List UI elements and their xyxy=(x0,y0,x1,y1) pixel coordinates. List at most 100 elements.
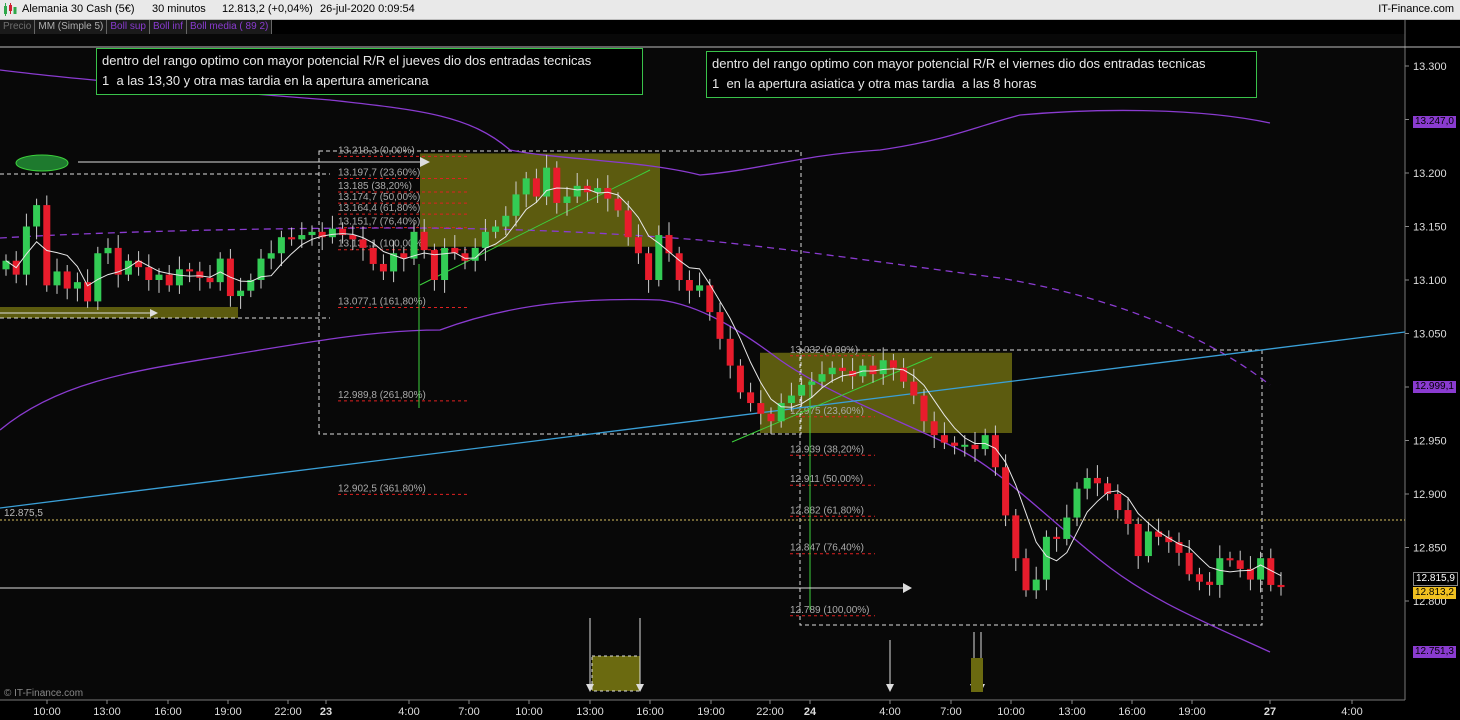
tag-last-a: 12.815,9 xyxy=(1413,572,1458,586)
candle-body xyxy=(675,253,683,280)
x-tick-label: 13:00 xyxy=(93,706,121,718)
candle-body xyxy=(940,435,948,443)
candle-body xyxy=(277,237,285,254)
candle-body xyxy=(961,444,969,447)
x-tick-label: 27 xyxy=(1264,706,1276,718)
x-tick-label: 10:00 xyxy=(997,706,1025,718)
candle-body xyxy=(1206,581,1214,585)
fib-level-label: 13.197,7 (23,60%) xyxy=(338,167,420,178)
candle-body xyxy=(624,210,632,238)
fib-level-label: 13.174,7 (50,00%) xyxy=(338,192,420,203)
legend-ma[interactable]: MM (Simple 5) xyxy=(35,20,108,34)
candle-body xyxy=(63,271,71,289)
fib-level-label: 13.151,7 (76,40%) xyxy=(338,217,420,228)
candle-body xyxy=(1032,579,1040,591)
candle-body xyxy=(1053,536,1061,539)
candle-body xyxy=(206,277,214,283)
fib-level-label: 12.939 (38,20%) xyxy=(790,444,864,455)
candle-body xyxy=(155,274,163,280)
candle-body xyxy=(349,235,357,240)
candle-body xyxy=(1073,488,1081,518)
x-tick-label: 16:00 xyxy=(1118,706,1146,718)
candle-body xyxy=(1114,494,1122,511)
candle-body xyxy=(1144,531,1152,557)
fib-level-label: 12.882 (61,80%) xyxy=(790,505,864,516)
y-tick-label: 12.850 xyxy=(1413,543,1447,555)
candle-body xyxy=(1216,558,1224,585)
time-zone-box xyxy=(591,655,641,692)
price-chart[interactable]: 13.30013.25013.20013.15013.10013.05013.0… xyxy=(0,0,1460,720)
candle-body xyxy=(420,231,428,251)
legend-price[interactable]: Precio xyxy=(0,20,36,34)
candle-body xyxy=(502,215,510,227)
candle-body xyxy=(1124,510,1132,524)
copyright-label: © IT-Finance.com xyxy=(4,688,84,699)
candle-body xyxy=(216,258,224,283)
candle-body xyxy=(787,395,795,404)
x-tick-label: 7:00 xyxy=(940,706,961,718)
candle-body xyxy=(94,253,102,302)
candle-body xyxy=(104,247,112,254)
candle-body xyxy=(757,403,765,414)
candle-body xyxy=(685,280,693,291)
tag-last-b: 12.813,2 xyxy=(1413,587,1456,599)
fib-level-label: 12.789 (100,00%) xyxy=(790,605,870,616)
candle-body xyxy=(563,196,571,203)
candle-body xyxy=(165,274,173,286)
legend-boll-sup[interactable]: Boll sup xyxy=(107,20,150,34)
candle-body xyxy=(441,247,449,280)
candle-body xyxy=(53,271,61,286)
candle-body xyxy=(634,237,642,254)
candle-body xyxy=(665,235,673,254)
candle-body xyxy=(33,205,41,227)
candle-body xyxy=(736,365,744,393)
tag-boll-media: 12.999,1 xyxy=(1413,381,1456,393)
candle-body xyxy=(1226,558,1234,561)
candle-body xyxy=(1277,584,1285,588)
candle-body xyxy=(798,384,806,396)
y-tick-label: 13.150 xyxy=(1413,222,1447,234)
legend-boll-media[interactable]: Boll media ( 89 2) xyxy=(186,20,273,34)
candle-body xyxy=(696,285,704,291)
candle-body xyxy=(716,312,724,339)
tag-boll-sup: 13.247,0 xyxy=(1413,116,1456,128)
candle-body xyxy=(869,365,877,375)
candle-body xyxy=(1002,467,1010,516)
candle-body xyxy=(1185,552,1193,575)
x-tick-label: 13:00 xyxy=(576,706,604,718)
note-thursday: dentro del rango optimo con mayor potenc… xyxy=(96,48,643,95)
candle-body xyxy=(267,253,275,259)
x-tick-label: 16:00 xyxy=(636,706,664,718)
candle-body xyxy=(879,360,887,375)
candle-body xyxy=(43,205,51,286)
x-tick-label: 16:00 xyxy=(154,706,182,718)
x-tick-label: 10:00 xyxy=(515,706,543,718)
candle-body xyxy=(410,231,418,259)
candle-body xyxy=(1257,558,1265,580)
tag-boll-inf: 12.751,3 xyxy=(1413,646,1456,658)
fib-level-label: 12.847 (76,40%) xyxy=(790,543,864,554)
candle-body xyxy=(492,226,500,232)
candle-body xyxy=(379,263,387,272)
time-zone-box-small xyxy=(971,658,983,692)
candle-body xyxy=(930,421,938,436)
candle-body xyxy=(145,267,153,280)
legend-boll-inf[interactable]: Boll inf xyxy=(149,20,187,34)
candle-body xyxy=(747,392,755,404)
candle-body xyxy=(1236,560,1244,569)
fib-level-label: 12.902,5 (361,80%) xyxy=(338,483,426,494)
x-tick-label: 19:00 xyxy=(1178,706,1206,718)
candle-body xyxy=(186,269,194,272)
candle-body xyxy=(328,228,336,238)
candle-body xyxy=(726,338,734,366)
candle-body xyxy=(471,247,479,261)
y-tick-label: 12.950 xyxy=(1413,436,1447,448)
candle-body xyxy=(573,185,581,197)
x-tick-label: 13:00 xyxy=(1058,706,1086,718)
fib-level-label: 13.185 (38,20%) xyxy=(338,181,412,192)
candle-body xyxy=(951,442,959,446)
candle-body xyxy=(1093,477,1101,484)
note-friday: dentro del rango optimo con mayor potenc… xyxy=(706,51,1257,98)
candle-body xyxy=(196,271,204,278)
candle-body xyxy=(175,269,183,286)
